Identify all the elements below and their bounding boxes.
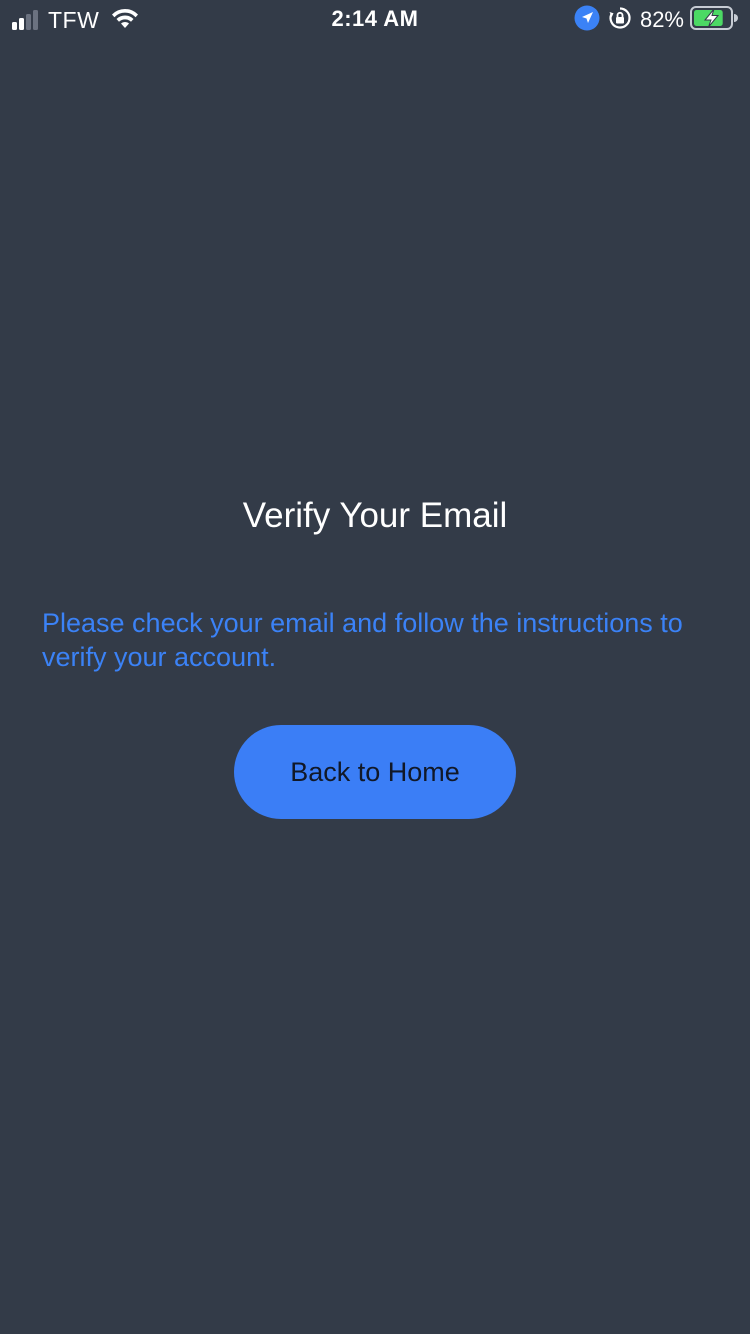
back-to-home-label: Back to Home [290,756,460,787]
back-to-home-button[interactable]: Back to Home [234,725,516,819]
status-bar: TFW 2:14 AM 82% [0,0,750,40]
location-icon [574,5,608,36]
status-right: 82% [574,5,738,36]
verify-instructions-text: Please check your email and follow the i… [42,608,683,672]
page-title: Verify Your Email [242,496,508,535]
battery-charging-icon [690,5,738,36]
battery-percent: 82% [639,7,684,32]
orientation-lock-icon [608,6,640,35]
